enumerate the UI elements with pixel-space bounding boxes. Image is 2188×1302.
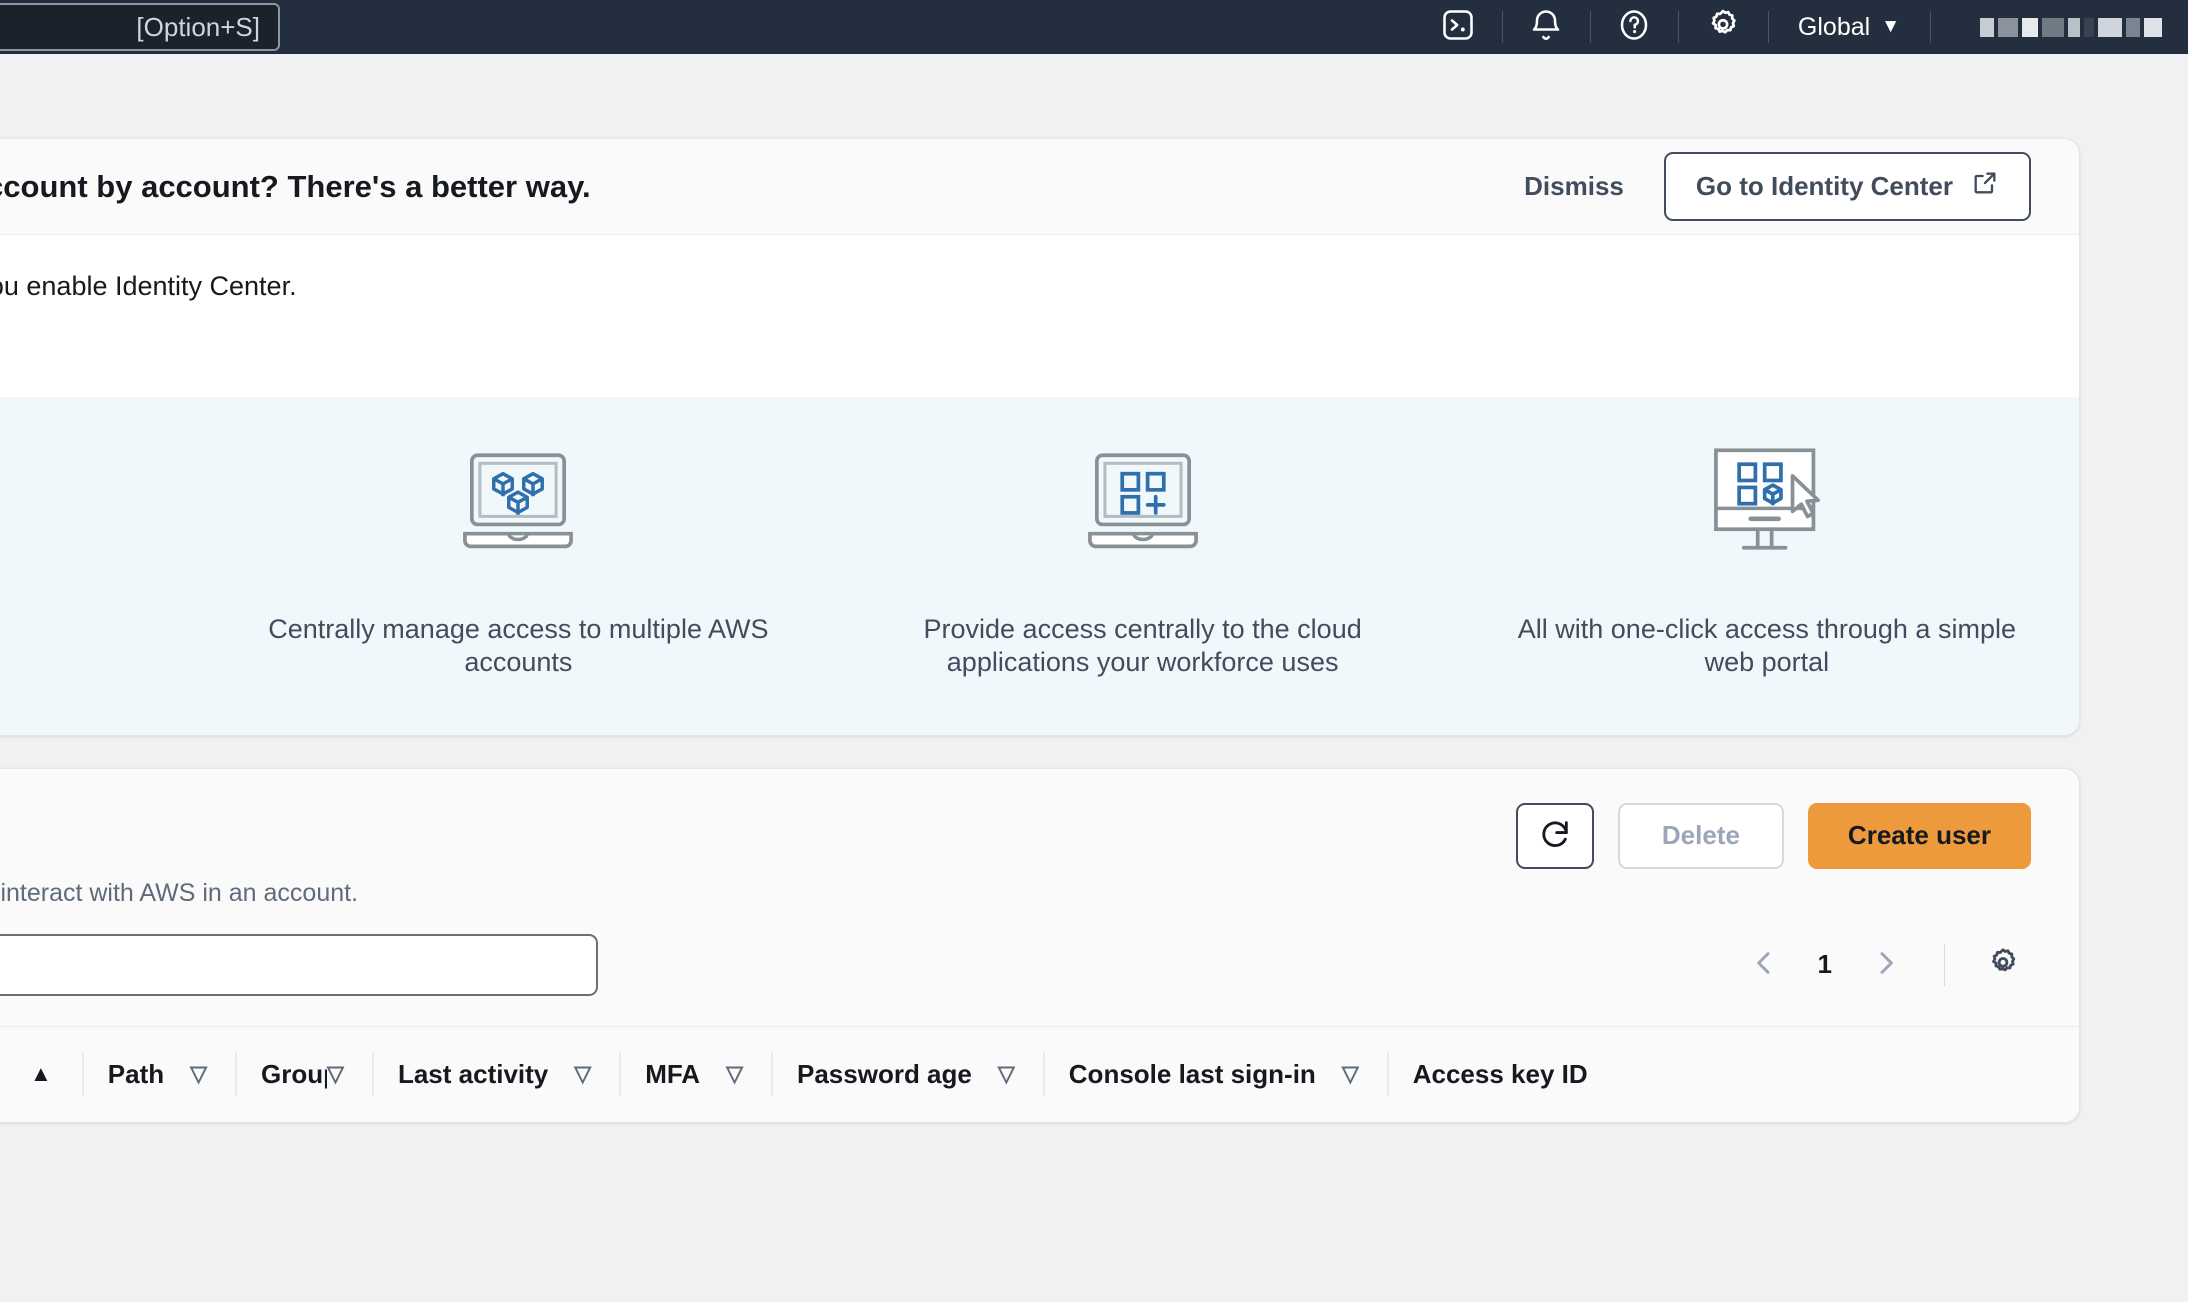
column-label: Password age bbox=[797, 1058, 972, 1089]
go-to-identity-center-label: Go to Identity Center bbox=[1695, 171, 1953, 201]
banner-description: 'S and cloud apps when you enable Identi… bbox=[0, 271, 297, 301]
sort-icon: ▽ bbox=[726, 1061, 743, 1087]
banner-header: ccess account by account? There's a bett… bbox=[0, 139, 2079, 235]
chevron-down-icon: ▼ bbox=[1881, 16, 1900, 37]
help-icon bbox=[1616, 7, 1652, 48]
top-navigation-bar: [Option+S] Global ▼ bbox=[0, 0, 2188, 54]
column-label: Last activity bbox=[397, 1058, 549, 1089]
help-button[interactable] bbox=[1589, 0, 1678, 54]
notifications-bell-icon bbox=[1528, 7, 1564, 48]
region-label: Global bbox=[1797, 12, 1871, 41]
table-column-access-key-id[interactable]: Access key ID bbox=[1386, 1026, 1614, 1122]
users-table-header: ▲ Path ▽ Groups ▽ Last activity ▽ MFA ▽ … bbox=[0, 1025, 2079, 1122]
cloudshell-button[interactable] bbox=[1414, 0, 1502, 54]
table-column-mfa[interactable]: MFA ▽ bbox=[619, 1026, 771, 1122]
table-column-path[interactable]: Path ▽ bbox=[81, 1026, 235, 1122]
users-description: credentials that is used to interact wit… bbox=[0, 878, 2079, 934]
chevron-left-icon bbox=[1748, 947, 1780, 982]
account-name-redacted bbox=[1956, 17, 2162, 37]
refresh-icon bbox=[1538, 817, 1572, 854]
feature-caption: Centrally manage access to multiple AWS … bbox=[268, 614, 769, 677]
users-actions: Delete Create user bbox=[1515, 802, 2031, 869]
laptop-cubes-icon bbox=[206, 441, 830, 571]
laptop-cubes-icon bbox=[0, 441, 206, 571]
banner-body: 'S and cloud apps when you enable Identi… bbox=[0, 235, 2079, 397]
notifications-button[interactable] bbox=[1501, 0, 1590, 54]
sort-ascending-icon: ▲ bbox=[30, 1061, 52, 1087]
search-input[interactable] bbox=[0, 933, 598, 996]
identity-center-banner: ccess account by account? There's a bett… bbox=[0, 138, 2080, 736]
preferences-button[interactable] bbox=[1975, 937, 2031, 993]
cloudshell-icon bbox=[1440, 7, 1476, 48]
column-label: Access key ID bbox=[1412, 1058, 1588, 1089]
external-link-icon bbox=[1971, 169, 1999, 204]
sort-icon: ▽ bbox=[1341, 1061, 1359, 1087]
settings-gear-icon bbox=[1704, 6, 1742, 49]
region-selector[interactable]: Global ▼ bbox=[1767, 0, 1930, 54]
column-label: Console last sign-in bbox=[1068, 1058, 1316, 1089]
previous-page-button[interactable] bbox=[1736, 937, 1792, 993]
pagination: 1 bbox=[1736, 937, 2031, 993]
feature-caption: Provide access centrally to the cloud ap… bbox=[923, 614, 1362, 677]
search-shortcut-label: [Option+S] bbox=[136, 11, 260, 42]
table-column-groups[interactable]: Groups ▽ bbox=[235, 1026, 372, 1122]
users-panel: Delete Create user credentials that is u… bbox=[0, 767, 2080, 1123]
table-column-last-activity[interactable]: Last activity ▽ bbox=[371, 1026, 619, 1122]
feature-caption: All with one-click access through a simp… bbox=[1517, 614, 2016, 677]
next-page-button[interactable] bbox=[1858, 937, 1914, 993]
laptop-apps-plus-icon bbox=[831, 441, 1455, 571]
create-user-button[interactable]: Create user bbox=[1807, 802, 2031, 869]
pagination-divider bbox=[1944, 943, 1945, 986]
table-column-sorted[interactable]: ▲ bbox=[0, 1026, 82, 1122]
column-label: Path bbox=[107, 1058, 165, 1089]
dismiss-button[interactable]: Dismiss bbox=[1524, 171, 1624, 202]
banner-header-actions: Dismiss Go to Identity Center bbox=[1524, 152, 2031, 221]
monitor-apps-cursor-icon bbox=[1455, 441, 2079, 571]
sort-icon: ▽ bbox=[574, 1061, 592, 1087]
search-shortcut-hint[interactable]: [Option+S] bbox=[0, 3, 280, 51]
column-label: Groups bbox=[261, 1058, 327, 1089]
banner-title: ccess account by account? There's a bett… bbox=[0, 168, 591, 204]
sort-icon: ▽ bbox=[327, 1061, 344, 1087]
feature-item: Provide access centrally to the cloud ap… bbox=[831, 441, 1455, 679]
go-to-identity-center-button[interactable]: Go to Identity Center bbox=[1663, 152, 2031, 221]
feature-caption: user access bbox=[0, 613, 149, 646]
chevron-right-icon bbox=[1870, 947, 1902, 982]
content-top-spacer bbox=[0, 54, 2188, 138]
banner-features: user access bbox=[0, 397, 2079, 735]
sort-icon: ▽ bbox=[190, 1061, 208, 1087]
table-column-console-last-signin[interactable]: Console last sign-in ▽ bbox=[1042, 1026, 1387, 1122]
top-nav-right-group: Global ▼ bbox=[1414, 0, 2188, 54]
feature-item: user access bbox=[0, 441, 206, 646]
users-filter-row: 1 bbox=[0, 933, 2079, 1026]
settings-button[interactable] bbox=[1677, 0, 1768, 54]
users-header: Delete Create user bbox=[0, 768, 2079, 897]
page-content: ccess account by account? There's a bett… bbox=[0, 54, 2188, 1302]
current-page-number[interactable]: 1 bbox=[1802, 949, 1848, 980]
sort-icon: ▽ bbox=[997, 1061, 1015, 1087]
feature-item: Centrally manage access to multiple AWS … bbox=[206, 441, 830, 679]
gear-icon bbox=[1985, 945, 2021, 984]
table-column-password-age[interactable]: Password age ▽ bbox=[771, 1026, 1043, 1122]
refresh-button[interactable] bbox=[1515, 802, 1594, 869]
feature-item: All with one-click access through a simp… bbox=[1455, 441, 2079, 679]
account-menu[interactable] bbox=[1930, 0, 2188, 54]
column-label: MFA bbox=[645, 1058, 701, 1089]
delete-button[interactable]: Delete bbox=[1617, 802, 1784, 869]
